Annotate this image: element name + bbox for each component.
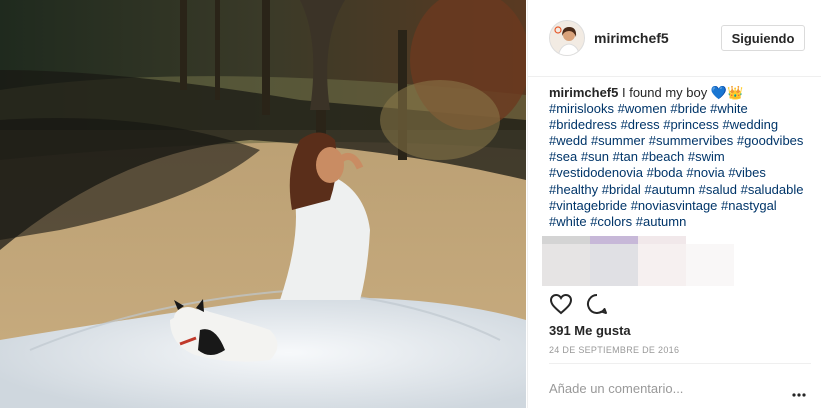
hashtag-link[interactable]: #sea	[549, 149, 577, 164]
hashtag-link[interactable]: #vibes	[728, 165, 766, 180]
hashtag-link[interactable]: #wedd	[549, 133, 587, 148]
following-button[interactable]: Siguiendo	[721, 25, 805, 51]
caption-username[interactable]: mirimchef5	[549, 85, 618, 100]
hashtag-link[interactable]: #summer	[591, 133, 645, 148]
hashtag-link[interactable]: #summervibes	[649, 133, 734, 148]
heart-icon[interactable]	[549, 292, 573, 316]
hashtag-link[interactable]: #bride	[670, 101, 706, 116]
hashtag-link[interactable]: #autumn	[636, 214, 687, 229]
hashtag-link[interactable]: #swim	[688, 149, 725, 164]
hashtag-link[interactable]: #white	[710, 101, 748, 116]
hashtag-link[interactable]: #saludable	[741, 182, 804, 197]
post-caption: mirimchef5 I found my boy 💙👑 #mirislooks…	[549, 85, 811, 230]
hashtag-link[interactable]: #dress	[621, 117, 660, 132]
hashtag-link[interactable]: #beach	[642, 149, 685, 164]
hashtag-link[interactable]: #noviasvintage	[631, 198, 718, 213]
comment-box: Añade un comentario...	[549, 363, 811, 409]
hashtag-link[interactable]: #bridal	[602, 182, 641, 197]
post-header: mirimchef5 Siguiendo	[528, 0, 821, 77]
hashtag-link[interactable]: #colors	[590, 214, 632, 229]
post-date: 24 DE SEPTIEMBRE DE 2016	[549, 345, 680, 355]
hashtag-link[interactable]: #tan	[613, 149, 638, 164]
hashtag-link[interactable]: #healthy	[549, 182, 598, 197]
hashtag-link[interactable]: #autumn	[644, 182, 695, 197]
caption-emoji: 💙👑	[710, 85, 744, 100]
comment-input[interactable]: Añade un comentario...	[549, 381, 683, 396]
post-username[interactable]: mirimchef5	[594, 30, 669, 46]
avatar-image	[550, 21, 584, 55]
hashtag-link[interactable]: #vintagebride	[549, 198, 627, 213]
post-photo[interactable]	[0, 0, 526, 408]
comments-strip	[542, 236, 742, 288]
hashtag-link[interactable]: #women	[618, 101, 667, 116]
more-options-icon[interactable]	[791, 385, 807, 397]
hashtag-link[interactable]: #bridedress	[549, 117, 617, 132]
hashtag-list: #mirislooks #women #bride #white #brided…	[549, 101, 811, 230]
post-details-panel: mirimchef5 Siguiendo mirimchef5 I found …	[527, 0, 821, 408]
avatar[interactable]	[549, 20, 585, 56]
hashtag-link[interactable]: #goodvibes	[737, 133, 804, 148]
hashtag-link[interactable]: #vestidodenovia	[549, 165, 643, 180]
photo-image	[0, 0, 526, 408]
comment-icon[interactable]	[585, 292, 609, 316]
likes-count[interactable]: 391 Me gusta	[549, 323, 631, 338]
hashtag-link[interactable]: #white	[549, 214, 587, 229]
hashtag-link[interactable]: #princess	[663, 117, 719, 132]
hashtag-link[interactable]: #salud	[699, 182, 737, 197]
caption-text: I found my boy	[618, 85, 711, 100]
hashtag-link[interactable]: #wedding	[722, 117, 778, 132]
action-icons-row	[549, 292, 629, 318]
hashtag-link[interactable]: #sun	[581, 149, 609, 164]
hashtag-link[interactable]: #boda	[647, 165, 683, 180]
hashtag-link[interactable]: #nastygal	[721, 198, 777, 213]
hashtag-link[interactable]: #novia	[686, 165, 724, 180]
hashtag-link[interactable]: #mirislooks	[549, 101, 614, 116]
